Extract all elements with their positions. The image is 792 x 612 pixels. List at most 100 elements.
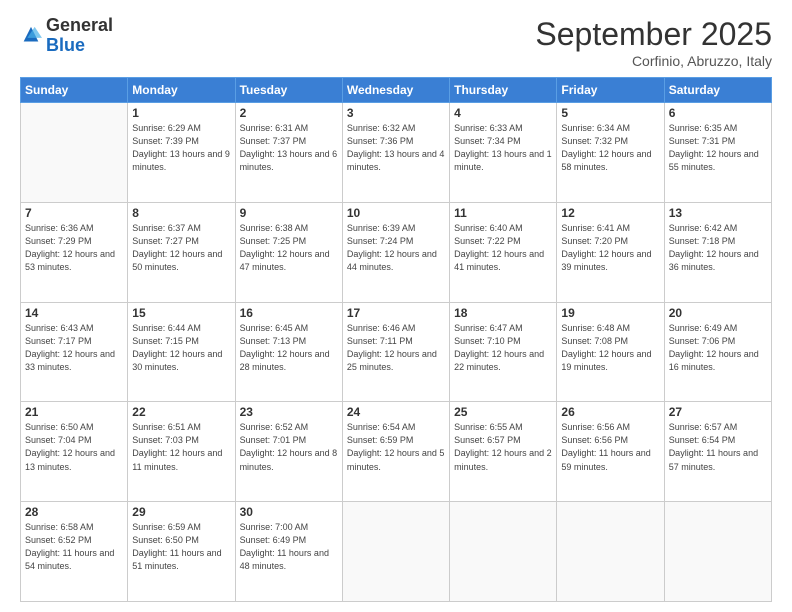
header-wednesday: Wednesday bbox=[342, 78, 449, 103]
calendar-header: Sunday Monday Tuesday Wednesday Thursday… bbox=[21, 78, 772, 103]
day-info: Sunrise: 6:54 AM Sunset: 6:59 PM Dayligh… bbox=[347, 421, 445, 473]
day-number: 6 bbox=[669, 106, 767, 120]
table-row: 29 Sunrise: 6:59 AM Sunset: 6:50 PM Dayli… bbox=[128, 502, 235, 602]
day-info: Sunrise: 6:52 AM Sunset: 7:01 PM Dayligh… bbox=[240, 421, 338, 473]
month-title: September 2025 bbox=[535, 16, 772, 53]
table-row: 26 Sunrise: 6:56 AM Sunset: 6:56 PM Dayli… bbox=[557, 402, 664, 502]
day-info: Sunrise: 6:41 AM Sunset: 7:20 PM Dayligh… bbox=[561, 222, 659, 274]
day-info: Sunrise: 6:34 AM Sunset: 7:32 PM Dayligh… bbox=[561, 122, 659, 174]
title-block: September 2025 Corfinio, Abruzzo, Italy bbox=[535, 16, 772, 69]
day-number: 24 bbox=[347, 405, 445, 419]
day-number: 18 bbox=[454, 306, 552, 320]
day-number: 15 bbox=[132, 306, 230, 320]
day-info: Sunrise: 6:33 AM Sunset: 7:34 PM Dayligh… bbox=[454, 122, 552, 174]
day-info: Sunrise: 7:00 AM Sunset: 6:49 PM Dayligh… bbox=[240, 521, 338, 573]
table-row: 19 Sunrise: 6:48 AM Sunset: 7:08 PM Dayli… bbox=[557, 302, 664, 402]
day-number: 21 bbox=[25, 405, 123, 419]
day-number: 14 bbox=[25, 306, 123, 320]
table-row bbox=[342, 502, 449, 602]
day-number: 5 bbox=[561, 106, 659, 120]
header: General Blue September 2025 Corfinio, Ab… bbox=[20, 16, 772, 69]
table-row: 13 Sunrise: 6:42 AM Sunset: 7:18 PM Dayli… bbox=[664, 202, 771, 302]
logo-icon bbox=[20, 25, 42, 47]
table-row: 2 Sunrise: 6:31 AM Sunset: 7:37 PM Daylig… bbox=[235, 103, 342, 203]
day-number: 10 bbox=[347, 206, 445, 220]
day-info: Sunrise: 6:40 AM Sunset: 7:22 PM Dayligh… bbox=[454, 222, 552, 274]
day-info: Sunrise: 6:42 AM Sunset: 7:18 PM Dayligh… bbox=[669, 222, 767, 274]
day-number: 30 bbox=[240, 505, 338, 519]
table-row: 27Sunrise: 6:57 AM Sunset: 6:54 PM Dayli… bbox=[664, 402, 771, 502]
header-saturday: Saturday bbox=[664, 78, 771, 103]
table-row bbox=[664, 502, 771, 602]
day-number: 17 bbox=[347, 306, 445, 320]
table-row: 11Sunrise: 6:40 AM Sunset: 7:22 PM Dayli… bbox=[450, 202, 557, 302]
day-info: Sunrise: 6:39 AM Sunset: 7:24 PM Dayligh… bbox=[347, 222, 445, 274]
header-tuesday: Tuesday bbox=[235, 78, 342, 103]
table-row: 15 Sunrise: 6:44 AM Sunset: 7:15 PM Dayli… bbox=[128, 302, 235, 402]
table-row: 18 Sunrise: 6:47 AM Sunset: 7:10 PM Dayli… bbox=[450, 302, 557, 402]
day-info: Sunrise: 6:46 AM Sunset: 7:11 PM Dayligh… bbox=[347, 322, 445, 374]
day-info: Sunrise: 6:50 AM Sunset: 7:04 PM Dayligh… bbox=[25, 421, 123, 473]
day-number: 25 bbox=[454, 405, 552, 419]
table-row: 21 Sunrise: 6:50 AM Sunset: 7:04 PM Dayli… bbox=[21, 402, 128, 502]
table-row: 22 Sunrise: 6:51 AM Sunset: 7:03 PM Dayli… bbox=[128, 402, 235, 502]
day-info: Sunrise: 6:48 AM Sunset: 7:08 PM Dayligh… bbox=[561, 322, 659, 374]
table-row: 4 Sunrise: 6:33 AM Sunset: 7:34 PM Daylig… bbox=[450, 103, 557, 203]
logo-blue: Blue bbox=[46, 35, 85, 55]
table-row: 9 Sunrise: 6:38 AM Sunset: 7:25 PM Daylig… bbox=[235, 202, 342, 302]
logo-general: General bbox=[46, 15, 113, 35]
table-row: 14 Sunrise: 6:43 AM Sunset: 7:17 PM Dayli… bbox=[21, 302, 128, 402]
day-info: Sunrise: 6:37 AM Sunset: 7:27 PM Dayligh… bbox=[132, 222, 230, 274]
day-number: 9 bbox=[240, 206, 338, 220]
table-row: 8 Sunrise: 6:37 AM Sunset: 7:27 PM Daylig… bbox=[128, 202, 235, 302]
header-sunday: Sunday bbox=[21, 78, 128, 103]
day-info: Sunrise: 6:31 AM Sunset: 7:37 PM Dayligh… bbox=[240, 122, 338, 174]
day-info: Sunrise: 6:49 AM Sunset: 7:06 PM Dayligh… bbox=[669, 322, 767, 374]
day-number: 7 bbox=[25, 206, 123, 220]
day-number: 29 bbox=[132, 505, 230, 519]
table-row bbox=[450, 502, 557, 602]
table-row: 5 Sunrise: 6:34 AM Sunset: 7:32 PM Daylig… bbox=[557, 103, 664, 203]
day-info: Sunrise: 6:56 AM Sunset: 6:56 PM Dayligh… bbox=[561, 421, 659, 473]
table-row bbox=[557, 502, 664, 602]
table-row bbox=[21, 103, 128, 203]
day-info: Sunrise: 6:45 AM Sunset: 7:13 PM Dayligh… bbox=[240, 322, 338, 374]
table-row: 30 Sunrise: 7:00 AM Sunset: 6:49 PM Dayli… bbox=[235, 502, 342, 602]
header-monday: Monday bbox=[128, 78, 235, 103]
day-info: Sunrise: 6:36 AM Sunset: 7:29 PM Dayligh… bbox=[25, 222, 123, 274]
day-number: 2 bbox=[240, 106, 338, 120]
day-number: 3 bbox=[347, 106, 445, 120]
logo-text: General Blue bbox=[46, 16, 113, 56]
logo: General Blue bbox=[20, 16, 113, 56]
day-info: Sunrise: 6:44 AM Sunset: 7:15 PM Dayligh… bbox=[132, 322, 230, 374]
day-number: 26 bbox=[561, 405, 659, 419]
day-number: 23 bbox=[240, 405, 338, 419]
table-row: 16Sunrise: 6:45 AM Sunset: 7:13 PM Dayli… bbox=[235, 302, 342, 402]
day-info: Sunrise: 6:57 AM Sunset: 6:54 PM Dayligh… bbox=[669, 421, 767, 473]
day-number: 22 bbox=[132, 405, 230, 419]
header-row: Sunday Monday Tuesday Wednesday Thursday… bbox=[21, 78, 772, 103]
day-info: Sunrise: 6:29 AM Sunset: 7:39 PM Dayligh… bbox=[132, 122, 230, 174]
table-row: 7 Sunrise: 6:36 AM Sunset: 7:29 PM Daylig… bbox=[21, 202, 128, 302]
calendar-body: 1Sunrise: 6:29 AM Sunset: 7:39 PM Daylig… bbox=[21, 103, 772, 602]
day-number: 13 bbox=[669, 206, 767, 220]
table-row: 23 Sunrise: 6:52 AM Sunset: 7:01 PM Dayli… bbox=[235, 402, 342, 502]
table-row: 3 Sunrise: 6:32 AM Sunset: 7:36 PM Daylig… bbox=[342, 103, 449, 203]
table-row: 6Sunrise: 6:35 AM Sunset: 7:31 PM Daylig… bbox=[664, 103, 771, 203]
day-number: 28 bbox=[25, 505, 123, 519]
day-info: Sunrise: 6:47 AM Sunset: 7:10 PM Dayligh… bbox=[454, 322, 552, 374]
table-row: 20Sunrise: 6:49 AM Sunset: 7:06 PM Dayli… bbox=[664, 302, 771, 402]
day-info: Sunrise: 6:51 AM Sunset: 7:03 PM Dayligh… bbox=[132, 421, 230, 473]
day-info: Sunrise: 6:38 AM Sunset: 7:25 PM Dayligh… bbox=[240, 222, 338, 274]
day-info: Sunrise: 6:32 AM Sunset: 7:36 PM Dayligh… bbox=[347, 122, 445, 174]
day-info: Sunrise: 6:43 AM Sunset: 7:17 PM Dayligh… bbox=[25, 322, 123, 374]
header-friday: Friday bbox=[557, 78, 664, 103]
table-row: 10 Sunrise: 6:39 AM Sunset: 7:24 PM Dayli… bbox=[342, 202, 449, 302]
table-row: 25Sunrise: 6:55 AM Sunset: 6:57 PM Dayli… bbox=[450, 402, 557, 502]
day-number: 4 bbox=[454, 106, 552, 120]
day-number: 8 bbox=[132, 206, 230, 220]
day-number: 19 bbox=[561, 306, 659, 320]
day-info: Sunrise: 6:59 AM Sunset: 6:50 PM Dayligh… bbox=[132, 521, 230, 573]
page: General Blue September 2025 Corfinio, Ab… bbox=[0, 0, 792, 612]
header-thursday: Thursday bbox=[450, 78, 557, 103]
